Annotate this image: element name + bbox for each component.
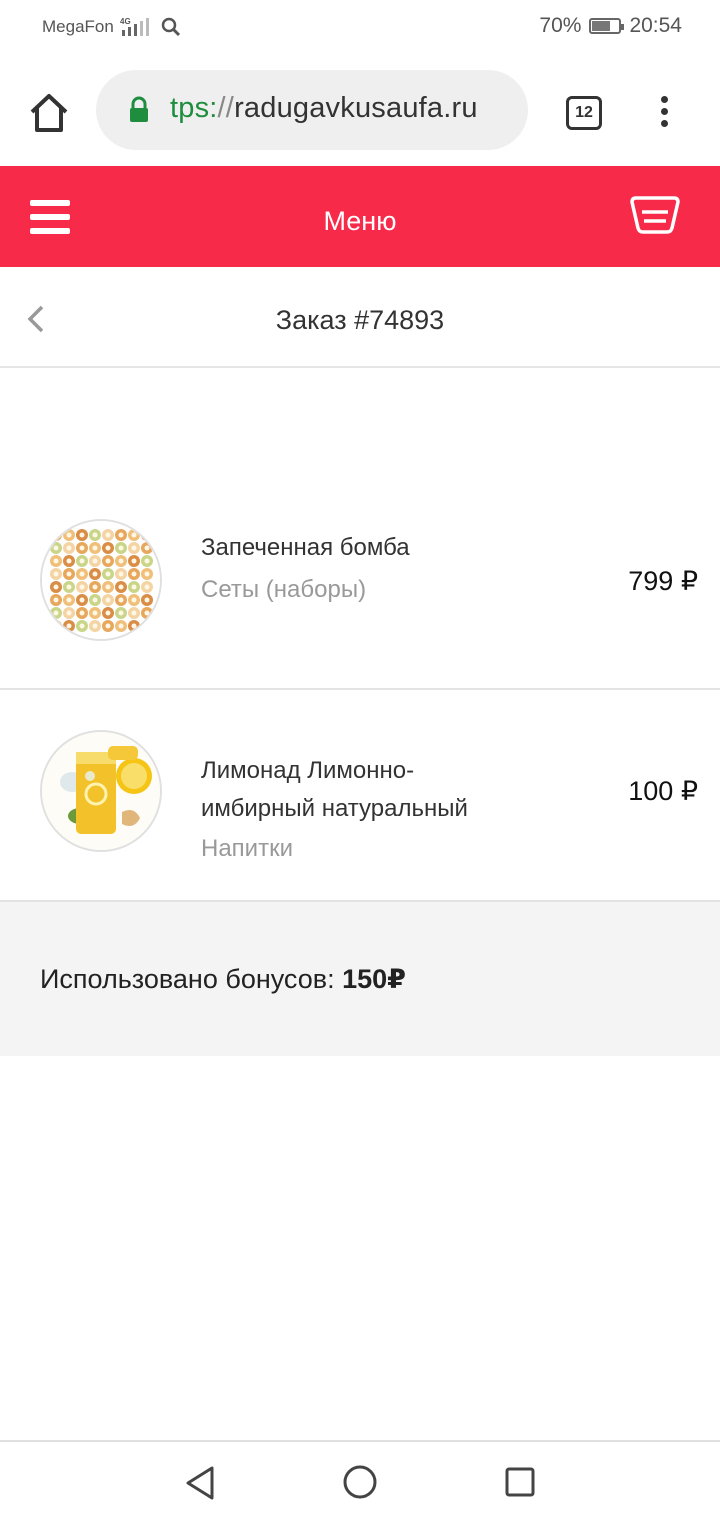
bonus-value: 150₽ (342, 964, 406, 994)
item-category: Сеты (наборы) (201, 576, 367, 603)
url-separator: // (217, 92, 235, 124)
item-name: Лимонад Лимонно-имбирный натуральный (201, 757, 468, 822)
item-category: Напитки (201, 835, 293, 862)
url-host: radugavkusaufa.ru (234, 92, 478, 124)
system-navigation-bar (0, 1440, 720, 1520)
cart-basket-icon[interactable] (628, 192, 682, 236)
header-title: Меню (323, 206, 397, 236)
tabs-count-button[interactable]: 12 (566, 96, 602, 130)
lock-icon (130, 96, 148, 122)
item-price: 100 ₽ (628, 776, 698, 806)
home-circle-icon[interactable] (342, 1464, 378, 1500)
lemonade-picture (42, 732, 160, 850)
battery-percent: 70% (539, 14, 582, 37)
status-left: MegaFon 4G (42, 16, 182, 38)
clock: 20:54 (629, 14, 682, 37)
item-name: Запеченная бомба (201, 534, 410, 561)
sushi-set-picture (42, 521, 160, 639)
sushi-set-image (40, 519, 162, 641)
url-text: tps://radugavkusaufa.ru (170, 92, 478, 125)
search-icon (161, 17, 180, 37)
more-options-icon[interactable] (650, 92, 678, 132)
order-title-bar: Заказ #74893 (0, 267, 720, 368)
url-scheme: tps: (170, 92, 218, 124)
bonus-text: Использовано бонусов: 150₽ (40, 964, 406, 995)
status-bar: MegaFon 4G 70% 20:54 (0, 0, 720, 58)
order-item: Лимонад Лимонно-имбирный натуральный Нап… (0, 690, 720, 902)
lemonade-image (40, 730, 162, 852)
order-title: Заказ #74893 (275, 305, 445, 335)
home-icon[interactable] (22, 86, 76, 140)
battery-icon (589, 18, 625, 34)
network-type: 4G (120, 17, 131, 26)
recents-square-icon[interactable] (504, 1466, 536, 1498)
address-bar[interactable]: tps://radugavkusaufa.ru (96, 70, 528, 150)
browser-toolbar: tps://radugavkusaufa.ru 12 (0, 58, 720, 166)
item-price: 799 ₽ (628, 566, 698, 596)
back-triangle-icon[interactable] (182, 1464, 218, 1502)
bonus-summary: Использовано бонусов: 150₽ (0, 902, 720, 1056)
status-right: 70% 20:54 (539, 14, 682, 38)
signal-icon: 4G (120, 17, 149, 36)
order-item: Запеченная бомба Сеты (наборы) 799 ₽ (0, 478, 720, 690)
bonus-label: Использовано бонусов: (40, 964, 343, 994)
app-header: Меню (0, 166, 720, 267)
carrier-name: MegaFon (42, 17, 114, 36)
